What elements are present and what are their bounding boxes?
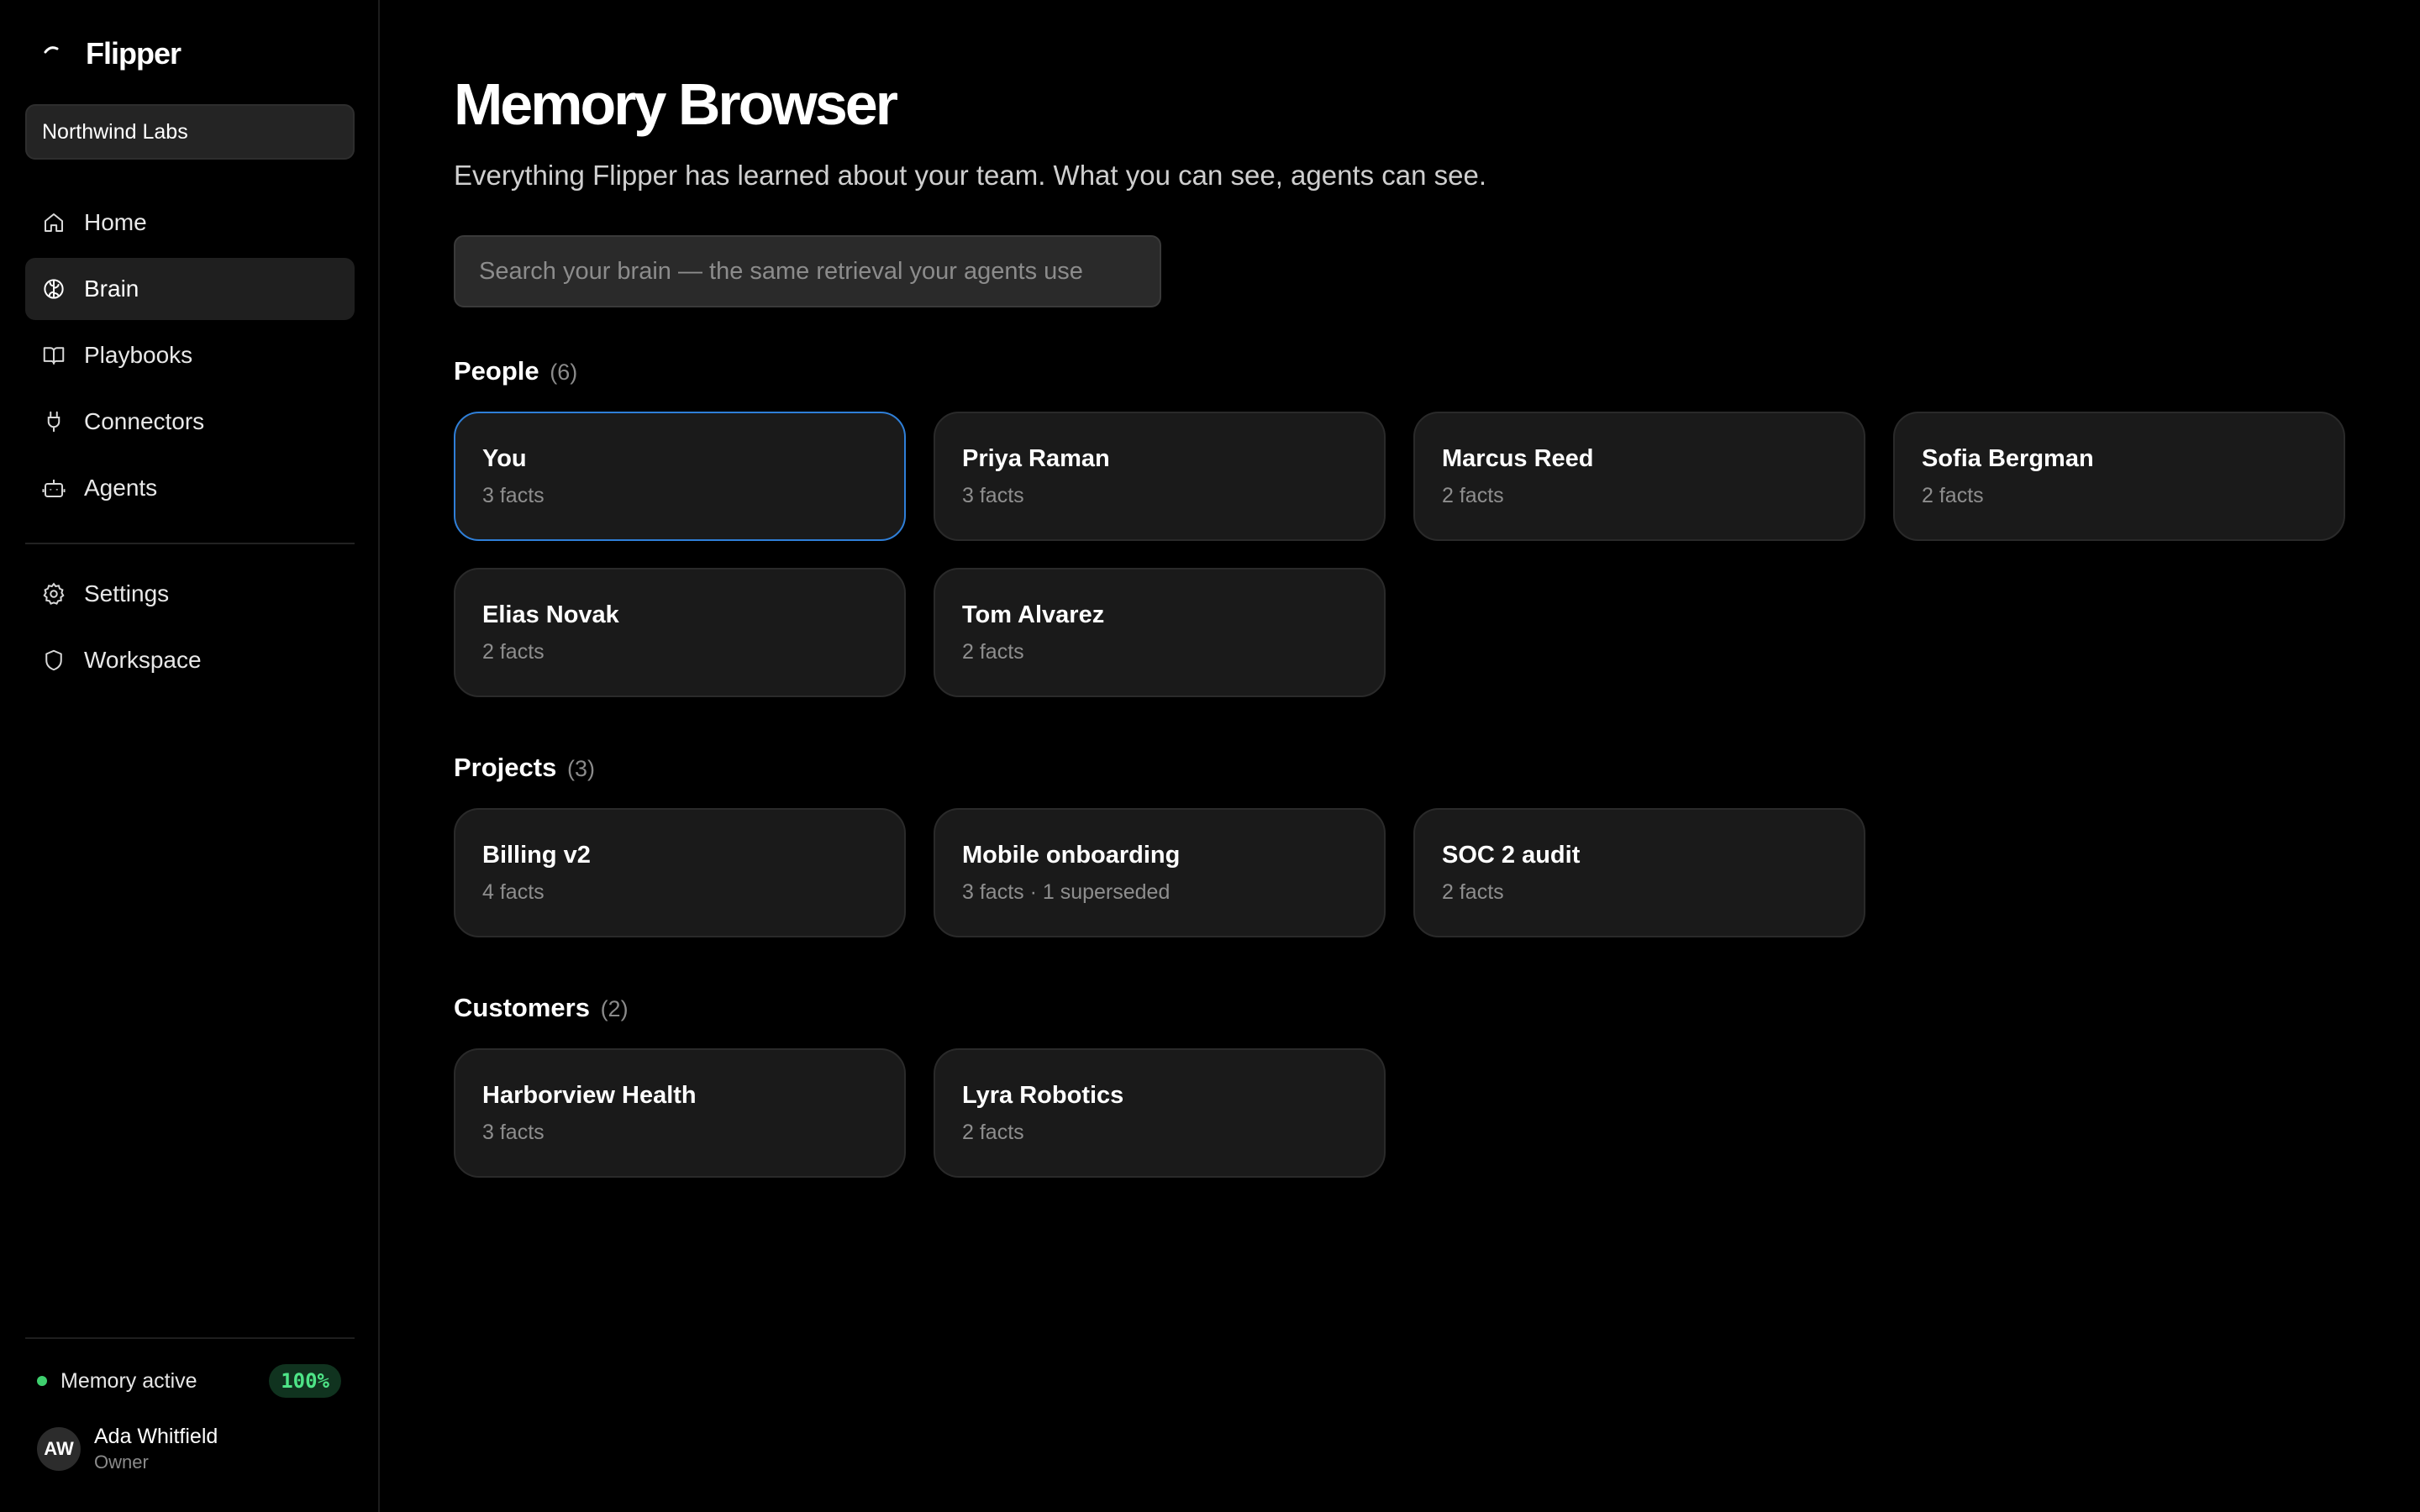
brand[interactable]: Flipper [37, 34, 182, 74]
primary-nav: Home Brain Playbooks Connectors Agents [25, 192, 355, 523]
brain-icon [40, 276, 67, 302]
memory-status: Memory active 100% [37, 1362, 341, 1399]
section-heading-people: People (6) [454, 356, 577, 386]
nav-label: Workspace [84, 647, 202, 673]
section-title: People [454, 356, 539, 386]
shield-icon [40, 647, 67, 674]
section-heading-customers: Customers (2) [454, 993, 629, 1023]
sidebar: Flipper Northwind Labs Home Brain Playbo… [0, 0, 380, 1512]
nav-item-agents[interactable]: Agents [25, 457, 355, 519]
status-dot [37, 1376, 47, 1386]
nav-label: Agents [84, 475, 158, 501]
workspace-name: Northwind Labs [42, 119, 188, 144]
card-meta: 4 facts [482, 880, 544, 904]
card-meta: 2 facts [1922, 484, 1984, 507]
memory-card-person[interactable]: Priya Raman 3 facts [934, 412, 1386, 541]
memory-card-project[interactable]: SOC 2 audit 2 facts [1413, 808, 1865, 937]
section-heading-projects: Projects (3) [454, 753, 595, 783]
card-title: You [482, 445, 527, 472]
workspace-switcher[interactable]: Northwind Labs [25, 104, 355, 160]
memory-percentage-badge: 100% [269, 1364, 341, 1398]
memory-card-project[interactable]: Mobile onboarding 3 facts · 1 superseded [934, 808, 1386, 937]
nav-label: Settings [84, 580, 170, 606]
brand-name: Flipper [86, 36, 182, 71]
user-info: Ada Whitfield Owner [94, 1423, 218, 1475]
card-meta: 2 facts [1442, 484, 1504, 507]
projects-grid: Billing v2 4 facts Mobile onboarding 3 f… [454, 808, 2345, 937]
card-meta: 2 facts [482, 640, 544, 664]
app-window: Flipper Northwind Labs Home Brain Playbo… [0, 0, 2420, 1512]
search-input[interactable] [454, 235, 1161, 307]
card-title: Marcus Reed [1442, 445, 1594, 472]
memory-card-person[interactable]: Marcus Reed 2 facts [1413, 412, 1865, 541]
memory-card-customer[interactable]: Lyra Robotics 2 facts [934, 1048, 1386, 1178]
section-title: Customers [454, 993, 590, 1022]
card-title: Mobile onboarding [962, 842, 1181, 869]
card-title: SOC 2 audit [1442, 842, 1581, 869]
card-meta: 3 facts [482, 484, 544, 507]
card-meta: 2 facts [962, 640, 1024, 664]
card-title: Tom Alvarez [962, 601, 1105, 628]
customers-grid: Harborview Health 3 facts Lyra Robotics … [454, 1048, 2345, 1178]
nav-item-settings[interactable]: Settings [25, 563, 355, 625]
card-meta: 2 facts [1442, 880, 1504, 904]
nav-item-home[interactable]: Home [25, 192, 355, 254]
flipper-logo-icon [37, 35, 74, 72]
card-title: Billing v2 [482, 842, 591, 869]
people-grid: You 3 facts Priya Raman 3 facts Marcus R… [454, 412, 2345, 697]
section-title: Projects [454, 753, 557, 782]
section-count: (6) [550, 360, 578, 385]
card-title: Sofia Bergman [1922, 445, 2094, 472]
user-name: Ada Whitfield [94, 1425, 218, 1448]
user-profile[interactable]: AW Ada Whitfield Owner [37, 1423, 218, 1475]
user-role: Owner [94, 1452, 149, 1473]
nav-item-brain[interactable]: Brain [25, 258, 355, 320]
page-title: Memory Browser [454, 71, 898, 137]
memory-card-person[interactable]: Tom Alvarez 2 facts [934, 568, 1386, 697]
card-meta: 2 facts [962, 1121, 1024, 1144]
nav-label: Playbooks [84, 342, 193, 368]
nav-divider [25, 543, 355, 544]
card-title: Harborview Health [482, 1082, 697, 1109]
nav-label: Brain [84, 276, 139, 302]
memory-card-person[interactable]: Elias Novak 2 facts [454, 568, 906, 697]
nav-item-connectors[interactable]: Connectors [25, 391, 355, 453]
section-count: (3) [566, 756, 595, 781]
card-title: Lyra Robotics [962, 1082, 1124, 1109]
plug-icon [40, 408, 67, 435]
memory-status-label: Memory active [60, 1368, 197, 1393]
page-subtitle: Everything Flipper has learned about you… [454, 160, 1487, 191]
memory-card-project[interactable]: Billing v2 4 facts [454, 808, 906, 937]
book-icon [40, 342, 67, 369]
secondary-nav: Settings Workspace [25, 563, 355, 696]
card-title: Priya Raman [962, 445, 1110, 472]
footer-divider [25, 1337, 355, 1339]
card-meta: 3 facts [962, 484, 1024, 507]
avatar: AW [37, 1427, 81, 1471]
robot-icon [40, 475, 67, 501]
home-icon [40, 209, 67, 236]
gear-icon [40, 580, 67, 607]
card-meta: 3 facts [482, 1121, 544, 1144]
card-title: Elias Novak [482, 601, 619, 628]
nav-item-playbooks[interactable]: Playbooks [25, 324, 355, 386]
nav-item-workspace[interactable]: Workspace [25, 629, 355, 691]
memory-card-person[interactable]: Sofia Bergman 2 facts [1893, 412, 2345, 541]
memory-card-customer[interactable]: Harborview Health 3 facts [454, 1048, 906, 1178]
nav-label: Home [84, 209, 147, 235]
nav-label: Connectors [84, 408, 205, 434]
card-meta: 3 facts · 1 superseded [962, 880, 1171, 904]
section-count: (2) [600, 996, 629, 1021]
memory-card-person[interactable]: You 3 facts [454, 412, 906, 541]
